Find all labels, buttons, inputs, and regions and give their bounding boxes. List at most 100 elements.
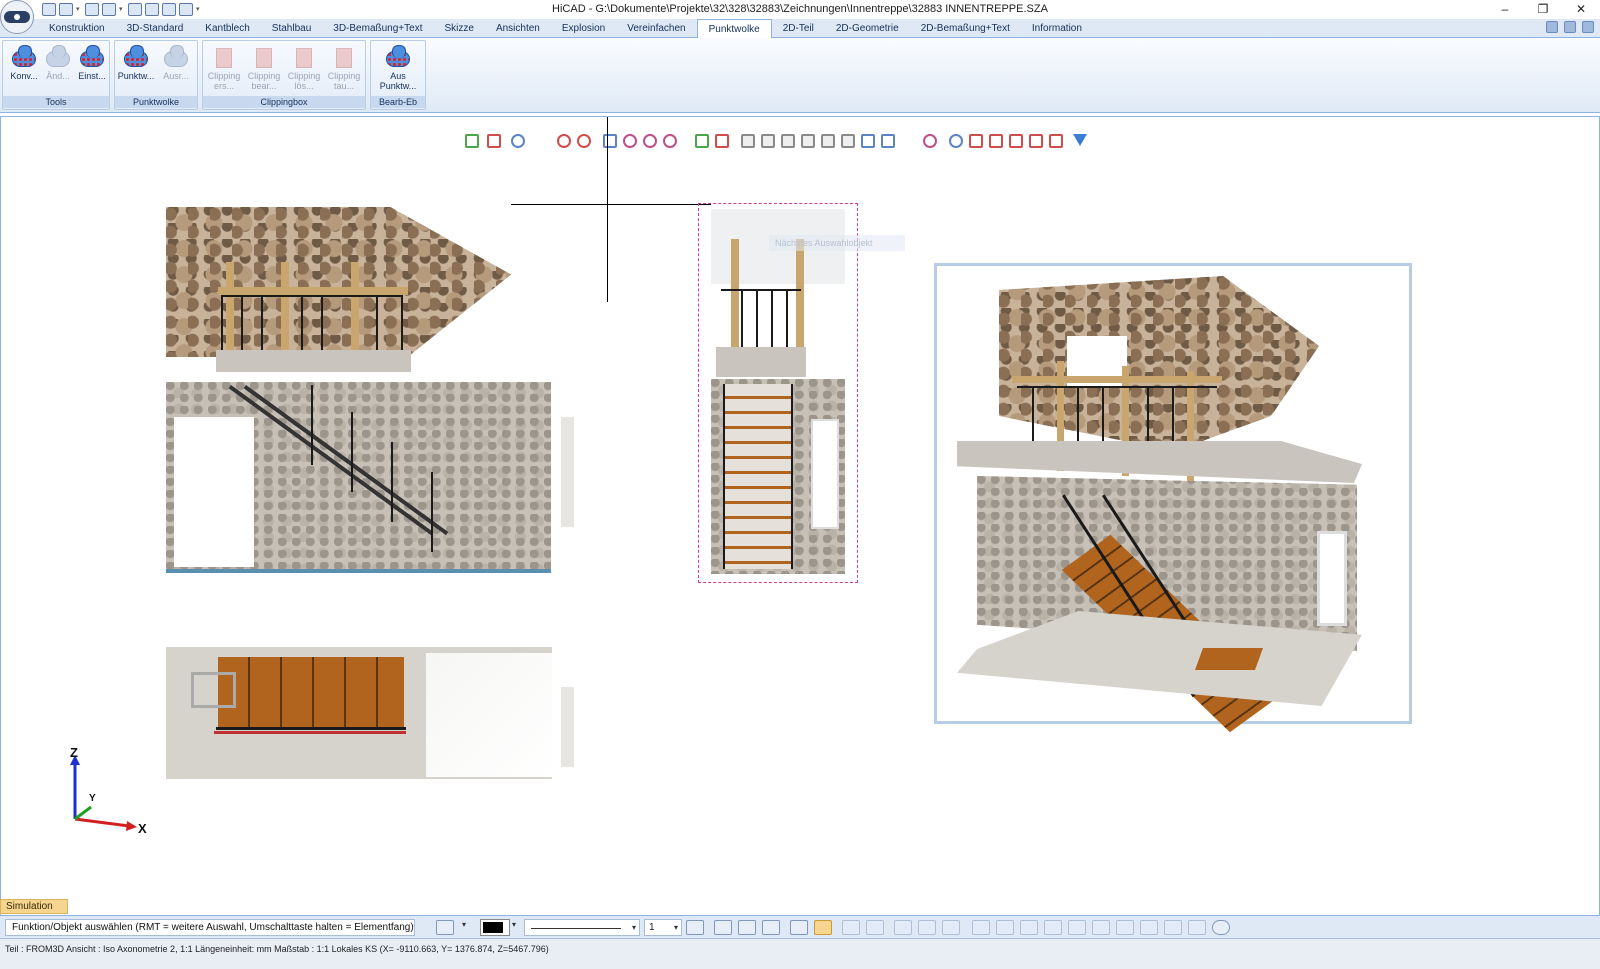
tab-information[interactable]: Information [1021,19,1093,38]
tab-stahlbau[interactable]: Stahlbau [261,19,322,38]
section-view-3-icon[interactable] [1009,134,1023,148]
shaded-view-icon[interactable] [695,134,709,148]
group-label-tools: Tools [3,96,109,108]
pin-icon[interactable] [1546,21,1558,33]
tab-2d-bemassung-text[interactable]: 2D-Bemaßung+Text [910,19,1021,38]
filter-icon[interactable] [1073,134,1087,146]
axis-y-label: Y [89,793,96,804]
pointcloud-settings-icon [79,45,105,71]
color-wheel-icon[interactable] [762,920,780,935]
select-mode-dropdown-icon[interactable]: ▾ [462,920,466,929]
tab-kantblech[interactable]: Kantblech [194,19,260,38]
measure-icon[interactable] [942,920,960,935]
point-snap-2-icon[interactable] [996,920,1014,935]
axis-x-label: X [138,821,147,836]
reset-icon[interactable] [1212,920,1230,935]
tab-punktwolke[interactable]: Punktwolke [696,19,772,39]
color-dropdown-icon[interactable]: ▾ [512,920,516,929]
view-bottom-icon[interactable] [841,134,855,148]
tab-3d-standard[interactable]: 3D-Standard [116,19,195,38]
snap-icon[interactable] [714,920,732,935]
zoom-in-icon[interactable] [623,134,637,148]
render-view-icon[interactable] [715,134,729,148]
ribbon-tab-bar: Konstruktion 3D-Standard Kantblech Stahl… [0,19,1600,39]
point-snap-10-icon[interactable] [1188,920,1206,935]
insert-pointcloud-button[interactable]: Punktw... [117,43,155,97]
curve-icon[interactable] [918,920,936,935]
align-pointcloud-button: Ausr... [157,43,195,97]
settings-button[interactable]: Einst... [73,43,111,97]
link-icon[interactable] [557,134,571,148]
line-type-select[interactable]: ▾ [524,919,640,936]
view-frame-icon[interactable] [487,134,501,148]
tab-skizze[interactable]: Skizze [433,19,484,38]
section-view-icon[interactable] [969,134,983,148]
sphere-view-icon[interactable] [949,134,963,148]
front-view-pointcloud[interactable] [166,207,574,575]
help-icon[interactable] [1582,21,1594,33]
view-iso-2-icon[interactable] [881,134,895,148]
clipping-edit-icon [251,45,277,71]
view-left-icon[interactable] [781,134,795,148]
restore-button[interactable]: ❐ [1524,0,1562,19]
view-back-icon[interactable] [761,134,775,148]
app-logo-icon[interactable] [0,0,34,34]
simulation-tab[interactable]: Simulation [0,899,68,914]
top-view-pointcloud[interactable] [166,647,574,781]
window-title: HiCAD - G:\Dokumente\Projekte\32\328\328… [552,3,1048,15]
ribbon-group-clippingbox: Clipping ers... Clipping bear... Clippin… [202,40,366,110]
point-snap-3-icon[interactable] [1020,920,1038,935]
line-width-select[interactable]: 1 ▾ [644,919,682,936]
point-snap-7-icon[interactable] [1116,920,1134,935]
rotate-icon[interactable] [866,920,884,935]
iso-view-frame[interactable] [934,263,1412,733]
tab-2d-geometrie[interactable]: 2D-Geometrie [825,19,910,38]
edit-icon[interactable] [1564,21,1576,33]
pointcloud-view-icon[interactable] [923,134,937,148]
line-style-icon[interactable] [686,920,704,935]
convert-button[interactable]: Konv... [5,43,43,97]
point-snap-8-icon[interactable] [1140,920,1158,935]
active-mode-icon[interactable] [814,920,832,935]
plane-from-pointcloud-button[interactable]: Aus Punktw... [379,43,417,97]
view-front-icon[interactable] [741,134,755,148]
undo-view-icon[interactable] [511,134,525,148]
point-snap-9-icon[interactable] [1164,920,1182,935]
color-picker[interactable] [480,919,510,936]
zoom-fit-icon[interactable] [663,134,677,148]
tab-explosion[interactable]: Explosion [551,19,616,38]
minimize-button[interactable]: – [1486,0,1524,19]
drawing-viewport[interactable]: Nächstes Auswahlobjekt Z Y X [0,116,1600,916]
view-top-icon[interactable] [821,134,835,148]
group-label-bearb-eb: Bearb-Eb [371,96,425,108]
view-right-icon[interactable] [801,134,815,148]
refresh-view-icon[interactable] [603,134,617,148]
point-snap-5-icon[interactable] [1068,920,1086,935]
transform-icon[interactable] [842,920,860,935]
point-snap-1-icon[interactable] [972,920,990,935]
point-snap-6-icon[interactable] [1092,920,1110,935]
tab-vereinfachen[interactable]: Vereinfachen [616,19,696,38]
section-view-4-icon[interactable] [1029,134,1043,148]
pointcloud-plane-icon [385,45,411,71]
swap-view-icon[interactable] [465,134,479,148]
point-snap-4-icon[interactable] [1044,920,1062,935]
zoom-out-icon[interactable] [643,134,657,148]
command-prompt-field[interactable]: Funktion/Objekt auswählen (RMT = weitere… [5,919,415,936]
cursor-crosshair-horizontal [511,204,711,205]
view-iso-icon[interactable] [861,134,875,148]
grid-points-icon[interactable] [790,920,808,935]
title-bar: ▾ ▾ ▾ HiCAD - G:\Dokumente\Projekte\32\3… [0,0,1600,34]
tab-3d-bemassung-text[interactable]: 3D-Bemaßung+Text [322,19,433,38]
tab-konstruktion[interactable]: Konstruktion [38,19,116,38]
mirror-icon[interactable] [894,920,912,935]
section-view-5-icon[interactable] [1049,134,1063,148]
tab-ansichten[interactable]: Ansichten [485,19,551,38]
close-button[interactable]: ✕ [1562,0,1600,19]
pointcloud-convert-icon [11,45,37,71]
unlink-icon[interactable] [577,134,591,148]
dimension-icon[interactable] [738,920,756,935]
section-view-2-icon[interactable] [989,134,1003,148]
rectangle-select-icon[interactable] [436,920,454,935]
tab-2d-teil[interactable]: 2D-Teil [772,19,825,38]
